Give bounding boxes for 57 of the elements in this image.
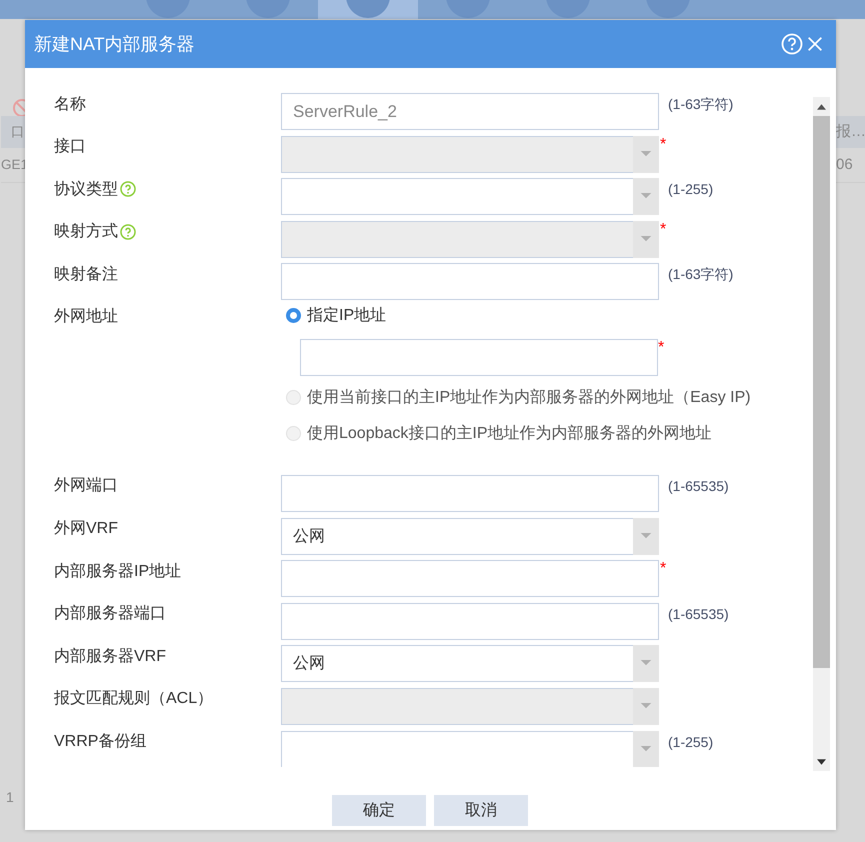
dropdown[interactable] — [281, 178, 659, 216]
field-label: 报文匹配规则（ACL） — [54, 688, 214, 710]
dropdown[interactable] — [281, 730, 659, 767]
input-field[interactable] — [300, 338, 658, 376]
caret-icon — [640, 702, 652, 710]
input-field[interactable] — [281, 560, 659, 598]
pager-text: 1 — [6, 789, 14, 805]
table-header: 口 — [1, 116, 25, 148]
dialog-button[interactable]: 确定 — [332, 795, 426, 826]
scroll-down-icon[interactable] — [817, 759, 826, 765]
radio-label: 使用当前接口的主IP地址作为内部服务器的外网地址（Easy IP) — [307, 388, 751, 408]
nav-tab[interactable] — [318, 0, 418, 19]
field-label: 名称 — [54, 94, 86, 114]
caret-icon — [640, 150, 652, 158]
field-label: VRRP备份组 — [54, 732, 146, 752]
input-field[interactable] — [281, 263, 659, 300]
dropdown[interactable]: 公网 — [281, 645, 659, 682]
field-label: 协议类型 — [54, 180, 118, 200]
close-icon[interactable] — [806, 35, 824, 53]
caret-icon — [640, 236, 652, 243]
dropdown[interactable]: 公网 — [281, 518, 659, 555]
required-mark: * — [660, 220, 666, 239]
input-field[interactable]: ServerRule_2 — [281, 93, 659, 130]
radio-button[interactable] — [286, 308, 301, 324]
dialog-button[interactable]: 取消 — [434, 795, 528, 826]
caret-icon — [640, 193, 652, 200]
hint-text: (1-255) — [668, 734, 714, 750]
field-label: 外网地址 — [54, 306, 118, 328]
field-label: 映射方式 — [54, 222, 118, 242]
radio-label: 使用Loopback接口的主IP地址作为内部服务器的外网地址 — [307, 424, 712, 444]
required-mark: * — [658, 338, 664, 357]
help-icon[interactable] — [120, 181, 136, 198]
field-label: 外网VRF — [54, 519, 118, 540]
hint-text: (1-255) — [668, 181, 714, 198]
hint-text: (1-65535) — [668, 606, 729, 622]
field-label: 内部服务器IP地址 — [54, 562, 182, 582]
hint-text: (1-65535) — [668, 478, 729, 494]
input-field[interactable] — [281, 474, 659, 512]
dialog-title: 新建NAT内部服务器 — [34, 33, 196, 56]
input-field[interactable] — [281, 602, 659, 640]
table-header: 报… — [836, 116, 865, 148]
scrollbar[interactable] — [813, 97, 830, 771]
field-label: 映射备注 — [54, 264, 118, 285]
field-label: 内部服务器VRF — [54, 646, 166, 667]
required-mark: * — [660, 136, 666, 154]
hint-text: (1-63字符) — [668, 266, 734, 284]
caret-icon — [640, 660, 652, 668]
radio-label: 指定IP地址 — [307, 306, 386, 326]
required-mark: * — [660, 560, 666, 578]
field-label: 外网端口 — [54, 476, 118, 496]
scroll-up-icon[interactable] — [817, 104, 826, 110]
field-label: 接口 — [54, 136, 86, 158]
scroll-thumb[interactable] — [813, 116, 830, 668]
hint-text: (1-63字符) — [668, 96, 734, 114]
caret-icon — [640, 532, 652, 540]
field-label: 内部服务器端口 — [54, 604, 166, 624]
caret-icon — [640, 746, 652, 753]
